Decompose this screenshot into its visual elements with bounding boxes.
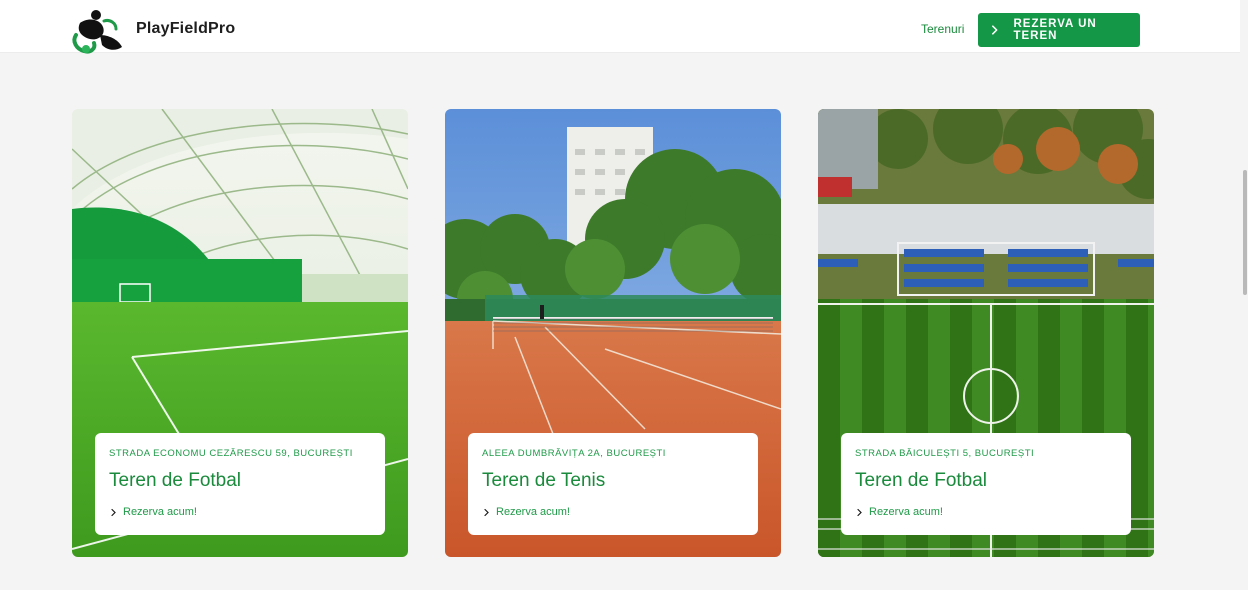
field-address: Strada Economu Cezărescu 59, București xyxy=(109,448,353,459)
field-card-football-2[interactable]: Strada Băiculești 5, București Teren de … xyxy=(818,109,1154,557)
brand-name[interactable]: PlayFieldPro xyxy=(136,20,235,38)
book-now-link[interactable]: Rezerva acum! xyxy=(855,506,1117,518)
field-address: Aleea Dumbrăvița 2A, București xyxy=(482,448,666,459)
brand-logo-icon[interactable] xyxy=(70,5,126,59)
scrollbar-track[interactable] xyxy=(1240,0,1248,590)
book-now-link[interactable]: Rezerva acum! xyxy=(482,506,744,518)
field-title[interactable]: Teren de Fotbal xyxy=(109,470,371,492)
book-now-label: Rezerva acum! xyxy=(869,506,943,518)
field-title[interactable]: Teren de Fotbal xyxy=(855,470,1117,492)
field-card-info: Strada Băiculești 5, București Teren de … xyxy=(841,433,1131,535)
field-card-tennis[interactable]: Aleea Dumbrăvița 2A, București Teren de … xyxy=(445,109,781,557)
chevron-right-icon xyxy=(111,508,116,516)
chevron-right-icon xyxy=(857,508,862,516)
book-field-button-label: REZERVA UN TEREN xyxy=(1013,18,1097,42)
field-card-info: Aleea Dumbrăvița 2A, București Teren de … xyxy=(468,433,758,535)
book-field-button[interactable]: REZERVA UN TEREN xyxy=(978,13,1140,47)
book-now-link[interactable]: Rezerva acum! xyxy=(109,506,371,518)
chevron-right-icon xyxy=(992,25,998,35)
book-now-label: Rezerva acum! xyxy=(123,506,197,518)
field-title[interactable]: Teren de Tenis xyxy=(482,470,744,492)
field-address: Strada Băiculești 5, București xyxy=(855,448,1035,459)
field-card-football-1[interactable]: Strada Economu Cezărescu 59, București T… xyxy=(72,109,408,557)
chevron-right-icon xyxy=(484,508,489,516)
nav-link-terenuri[interactable]: Terenuri xyxy=(921,22,964,36)
scrollbar-thumb[interactable] xyxy=(1243,170,1247,295)
book-now-label: Rezerva acum! xyxy=(496,506,570,518)
field-card-info: Strada Economu Cezărescu 59, București T… xyxy=(95,433,385,535)
top-navigation-bar: PlayFieldPro Terenuri REZERVA UN TEREN xyxy=(0,0,1248,54)
